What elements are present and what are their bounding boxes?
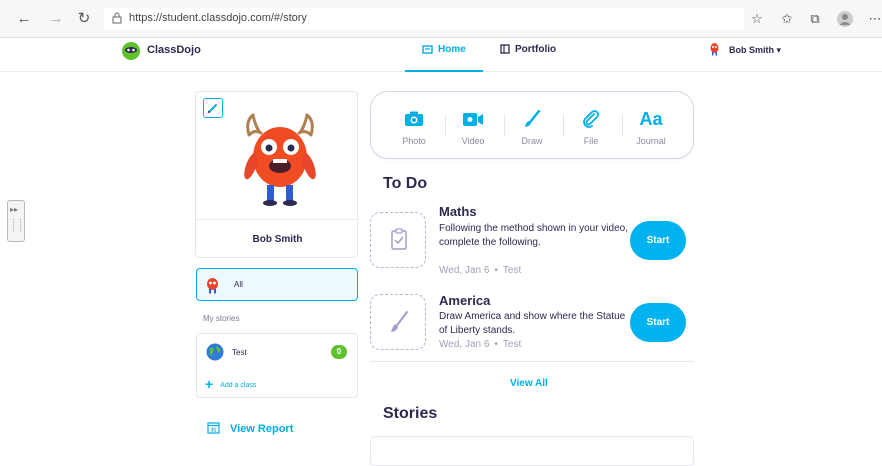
sidebar-item-class-test[interactable]: Test 0: [197, 334, 357, 368]
tab-portfolio[interactable]: Portfolio: [500, 44, 556, 55]
sidebar-item-label: All: [234, 280, 243, 289]
class-list: Test 0 + Add a class: [196, 333, 358, 398]
task-meta: Wed, Jan 6 • Test: [439, 265, 522, 276]
add-class-link[interactable]: + Add a class: [205, 376, 256, 392]
browser-toolbar: ← → ↻ https://student.classdojo.com/#/st…: [0, 0, 882, 38]
back-arrow-icon[interactable]: ←: [14, 9, 34, 29]
collections-icon[interactable]: ⧉: [806, 10, 824, 28]
post-option-label: File: [583, 136, 599, 146]
chevron-down-icon: ▾: [776, 45, 782, 55]
app-header: ClassDojo Home Portfolio Bob Smith ▾: [0, 38, 882, 72]
post-video-button[interactable]: Video: [448, 110, 498, 146]
plus-icon: +: [205, 376, 214, 392]
post-draw-button[interactable]: Draw: [507, 110, 557, 146]
divider: [445, 114, 446, 137]
post-photo-button[interactable]: Photo: [389, 110, 439, 146]
post-option-label: Journal: [636, 136, 666, 146]
view-all-link[interactable]: View All: [510, 378, 548, 389]
pencil-icon: [207, 104, 217, 114]
add-class-label: Add a class: [220, 382, 257, 389]
brush-icon: [525, 110, 541, 127]
start-button[interactable]: Start: [630, 303, 686, 342]
class-name: Test: [232, 348, 247, 357]
stories-heading: Stories: [383, 405, 438, 422]
todo-heading: To Do: [383, 175, 428, 192]
address-bar[interactable]: https://student.classdojo.com/#/story: [104, 8, 744, 30]
forward-arrow-icon[interactable]: →: [46, 9, 66, 29]
story-count-badge: 0: [331, 345, 347, 359]
tab-portfolio-label: Portfolio: [515, 44, 557, 55]
refresh-icon[interactable]: ↻: [74, 9, 94, 29]
story-card: [370, 436, 694, 466]
tab-home-label: Home: [438, 44, 466, 55]
divider: [563, 114, 564, 137]
grip-icon: ⋮⋮ ⋮⋮: [10, 219, 24, 233]
student-name: Bob Smith: [252, 234, 303, 245]
url-text: https://student.classdojo.com/#/story: [129, 12, 307, 24]
post-options-bar: Photo Video Draw File Aa Journal: [370, 91, 694, 159]
start-button[interactable]: Start: [630, 221, 686, 260]
task-class: Test: [502, 339, 522, 350]
task-meta: Wed, Jan 6 • Test: [439, 339, 522, 350]
calendar-icon: 31: [207, 422, 220, 434]
avatar: [207, 278, 218, 294]
classdojo-logo-icon: [122, 42, 140, 60]
user-name: Bob Smith: [729, 45, 774, 55]
expand-arrows-icon: ▸▸: [10, 205, 19, 214]
paperclip-icon: [583, 110, 599, 128]
calendar-day-text: 31: [211, 428, 217, 434]
post-option-label: Photo: [402, 136, 426, 146]
active-tab-indicator: [405, 70, 483, 72]
video-icon: [463, 112, 483, 126]
post-file-button[interactable]: File: [566, 110, 616, 146]
task-date: Wed, Jan 6: [439, 339, 490, 350]
task-icon-box: [370, 294, 426, 350]
favorite-star-icon[interactable]: ☆: [748, 10, 766, 28]
brush-icon: [391, 311, 408, 332]
task-icon-box: [370, 212, 426, 268]
view-report-label: View Report: [230, 423, 294, 435]
task-title: Maths: [439, 204, 477, 219]
task-description: Draw America and show where the Statue o…: [439, 311, 626, 336]
post-option-label: Video: [461, 136, 485, 146]
task-date: Wed, Jan 6: [439, 265, 490, 276]
my-stories-heading: My stories: [203, 314, 240, 323]
profile-card: Bob Smith: [195, 91, 359, 258]
divider: [370, 361, 694, 362]
sidebar-item-all[interactable]: All: [196, 268, 358, 301]
monster-avatar: [244, 113, 316, 206]
sidebar-toggle-handle[interactable]: ▸▸ ⋮⋮ ⋮⋮: [7, 200, 25, 242]
divider: [622, 114, 623, 137]
more-options-icon[interactable]: ⋯: [866, 10, 882, 28]
task-class: Test: [502, 265, 522, 276]
clipboard-check-icon: [391, 228, 407, 250]
divider: [196, 219, 359, 220]
post-option-label: Draw: [521, 136, 543, 146]
portfolio-icon: [500, 44, 510, 55]
camera-icon: [405, 111, 423, 126]
post-journal-button[interactable]: Aa Journal: [626, 110, 676, 146]
tab-home[interactable]: Home: [422, 44, 466, 55]
task-description: Following the method shown in your video…: [439, 223, 628, 248]
journal-icon: Aa: [639, 109, 663, 129]
task-title: America: [439, 293, 491, 308]
edit-avatar-button[interactable]: [203, 98, 223, 118]
divider: [504, 114, 505, 137]
lock-icon: [112, 12, 122, 24]
profile-icon[interactable]: [836, 10, 854, 28]
globe-icon: [206, 343, 224, 361]
brand-name: ClassDojo: [147, 44, 201, 56]
view-report-link[interactable]: 31 View Report: [207, 421, 293, 435]
favorites-list-icon[interactable]: ✩: [778, 10, 796, 28]
home-icon: [422, 45, 433, 55]
avatar: [710, 43, 719, 56]
